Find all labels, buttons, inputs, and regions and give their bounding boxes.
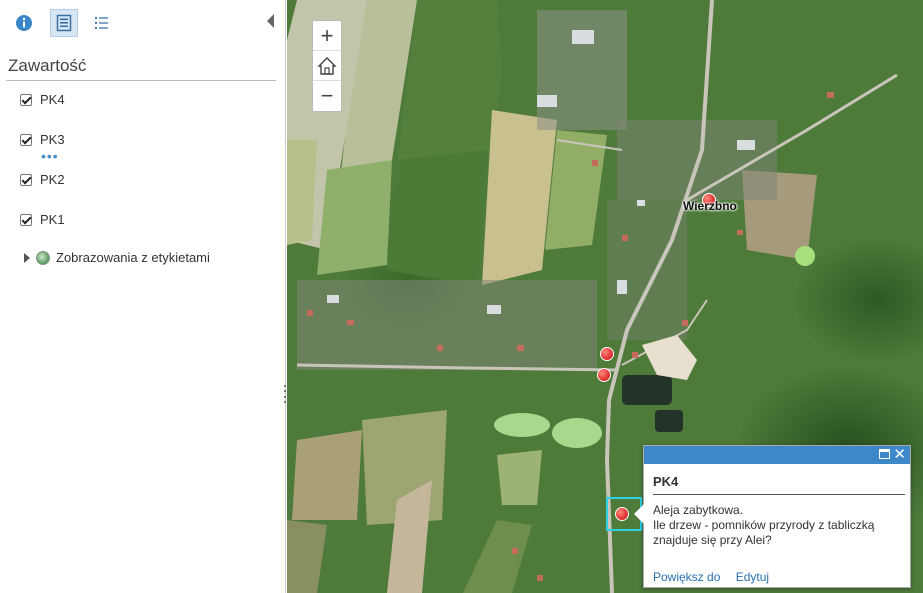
more-options-icon[interactable]: ••• (41, 149, 59, 163)
basemap-globe-icon (36, 250, 50, 265)
feature-popup: ✕ PK4 Aleja zabytkowa. Ile drzew - pomni… (634, 445, 911, 588)
legend-icon (95, 17, 108, 29)
layer-item-basemap[interactable]: Zobrazowania z etykietami (24, 250, 210, 265)
popup-actions: Powiększ do Edytuj (653, 570, 781, 584)
place-label: Wierzbno (683, 199, 737, 213)
panel-title: Zawartość (8, 56, 87, 75)
expand-arrow-icon[interactable] (24, 252, 30, 263)
contents-icon (56, 14, 72, 32)
zoom-control: + − (312, 20, 342, 112)
details-button[interactable] (10, 9, 38, 37)
layer-item-pk4[interactable]: PK4 (20, 92, 65, 107)
popup-title: PK4 (653, 474, 679, 489)
layer-label: PK3 (40, 132, 65, 147)
layer-checkbox[interactable] (20, 173, 32, 186)
title-divider (6, 80, 276, 81)
layer-item-pk2[interactable]: PK2 (20, 172, 65, 187)
sidebar: Zawartość PK4 PK3 ••• PK2 PK1 Zobrazowan… (0, 0, 286, 593)
home-icon (317, 56, 337, 75)
popup-text-question: Ile drzew - pomników przyrody z tabliczk… (653, 518, 875, 547)
layer-checkbox[interactable] (20, 213, 32, 226)
sidebar-toolbar (0, 0, 286, 44)
legend-button[interactable] (88, 9, 116, 37)
close-icon[interactable]: ✕ (893, 446, 906, 464)
contents-button[interactable] (50, 9, 78, 37)
collapse-panel-arrow-icon[interactable] (267, 14, 274, 28)
layer-item-pk1[interactable]: PK1 (20, 212, 65, 227)
edit-link[interactable]: Edytuj (736, 570, 769, 584)
popup-content: Aleja zabytkowa. Ile drzew - pomników pr… (653, 503, 909, 548)
map-view[interactable]: + − Wierzbno ✕ PK4 Aleja zabytkowa. Ile … (287, 0, 923, 593)
web-map-app: Zawartość PK4 PK3 ••• PK2 PK1 Zobrazowan… (0, 0, 923, 593)
zoom-in-button[interactable]: + (313, 21, 341, 51)
popup-header: ✕ (644, 446, 910, 464)
popup-text-line: Aleja zabytkowa. (653, 503, 744, 517)
layer-label: Zobrazowania z etykietami (56, 250, 210, 265)
info-icon (16, 15, 32, 31)
layer-checkbox[interactable] (20, 133, 32, 146)
layer-label: PK1 (40, 212, 65, 227)
layer-checkbox[interactable] (20, 93, 32, 106)
zoom-to-link[interactable]: Powiększ do (653, 570, 720, 584)
layer-label: PK2 (40, 172, 65, 187)
maximize-icon[interactable] (879, 449, 890, 459)
popup-pointer (634, 504, 644, 524)
popup-divider (653, 494, 905, 495)
zoom-out-button[interactable]: − (313, 81, 341, 111)
map-marker-pk4[interactable] (615, 507, 629, 521)
map-marker-pk1[interactable] (600, 347, 614, 361)
layer-item-pk3[interactable]: PK3 (20, 132, 65, 147)
map-marker-pk2[interactable] (597, 368, 611, 382)
layer-label: PK4 (40, 92, 65, 107)
home-button[interactable] (313, 51, 341, 81)
